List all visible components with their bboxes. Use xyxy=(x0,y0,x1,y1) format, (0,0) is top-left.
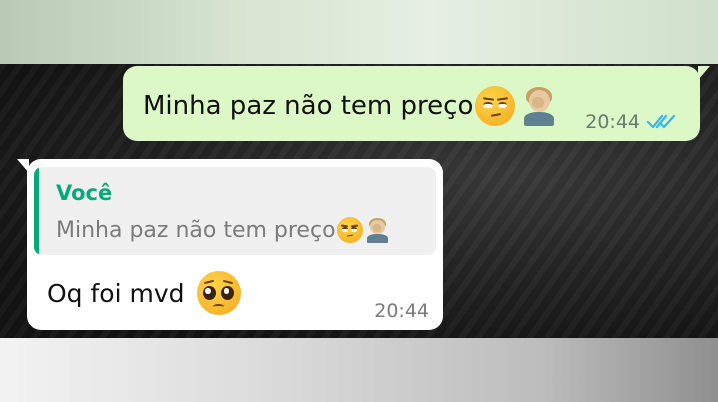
outgoing-message-text: Minha paz não tem preço xyxy=(143,91,474,121)
quote-author: Você xyxy=(56,181,113,205)
unamused-face-icon xyxy=(475,86,516,126)
pleading-face-icon xyxy=(196,271,241,315)
message-time: 20:44 xyxy=(585,111,640,133)
incoming-message-text: Oq foi mvd xyxy=(47,278,185,308)
quote-content: Minha paz não tem preço xyxy=(56,217,390,243)
incoming-message-content: Oq foi mvd xyxy=(47,271,241,315)
top-blurred-area xyxy=(0,0,718,64)
facepalm-icon xyxy=(521,86,557,126)
outgoing-message-bubble[interactable]: Minha paz não tem preço 20:44 xyxy=(123,66,710,141)
outgoing-message-meta: 20:44 xyxy=(585,111,676,133)
quote-accent-bar xyxy=(34,167,39,255)
bubble-tail xyxy=(698,66,710,80)
facepalm-icon xyxy=(366,217,390,243)
quote-text: Minha paz não tem preço xyxy=(56,217,336,243)
unamused-face-icon xyxy=(336,217,363,243)
bottom-blurred-area xyxy=(0,338,718,402)
quoted-message[interactable]: Você Minha paz não tem preço xyxy=(34,167,436,255)
outgoing-message-content: Minha paz não tem preço xyxy=(143,86,557,126)
incoming-message-bubble[interactable]: Você Minha paz não tem preço Oq foi mvd xyxy=(17,159,443,330)
bubble-tail xyxy=(17,159,29,173)
chat-screen: Minha paz não tem preço 20:44 Você Minha… xyxy=(0,0,718,402)
message-time: 20:44 xyxy=(374,300,429,322)
double-check-read-icon xyxy=(646,114,676,129)
